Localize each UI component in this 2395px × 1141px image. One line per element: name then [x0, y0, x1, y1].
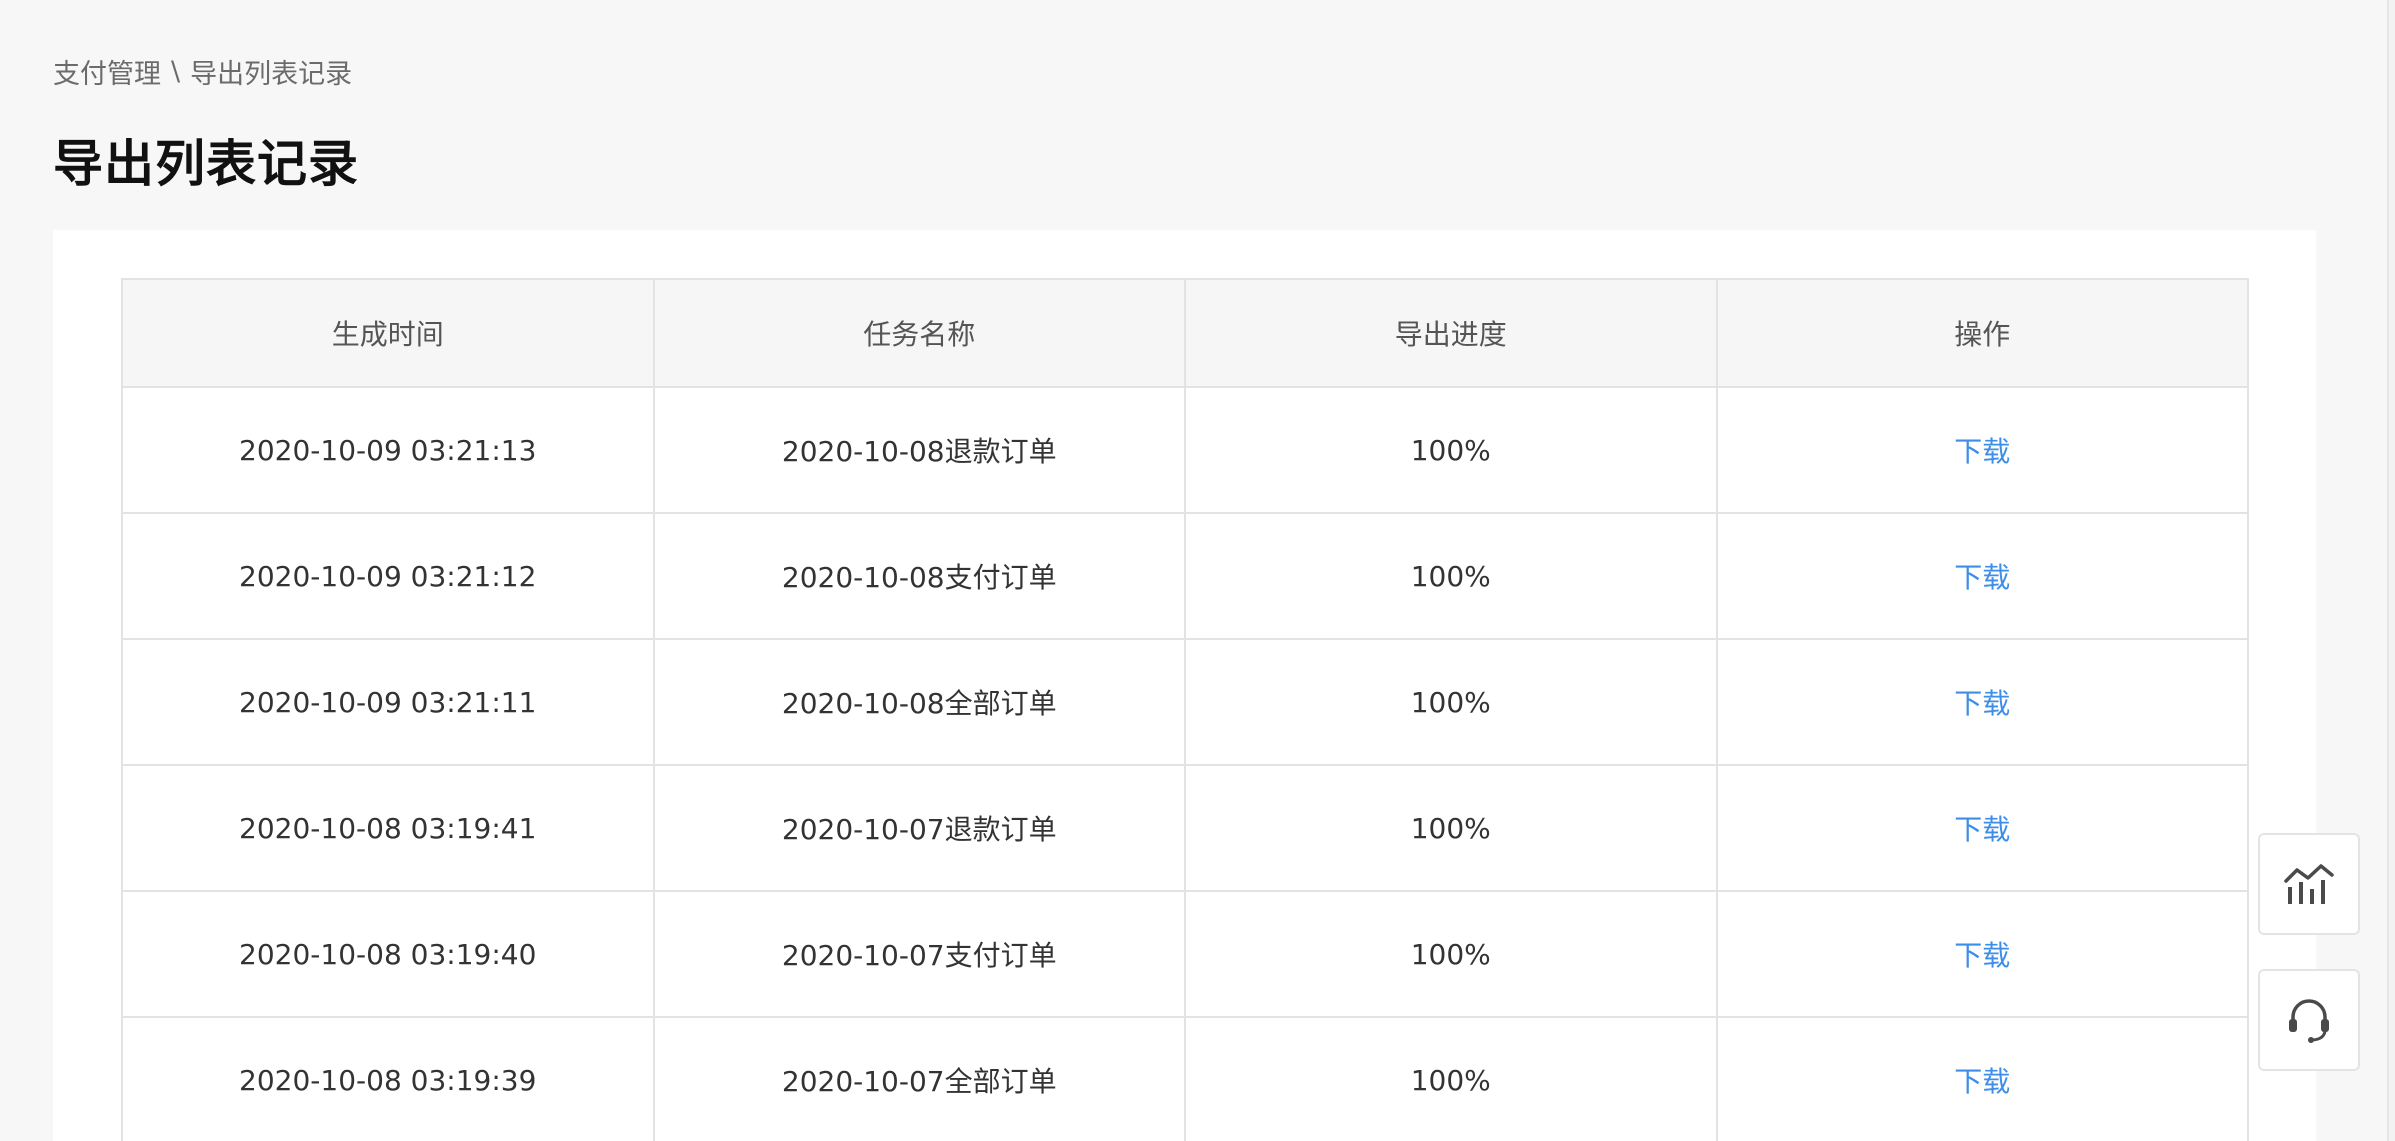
headset-icon: [2289, 999, 2329, 1043]
cell-progress: 100%: [1184, 512, 1718, 640]
export-records-table: 生成时间 任务名称 导出进度 操作 2020-10-09 03:21:13 20…: [121, 278, 2249, 1141]
cell-task: 2020-10-08退款订单: [652, 386, 1186, 514]
breadcrumb: 支付管理 \ 导出列表记录: [53, 52, 352, 91]
cell-time: 2020-10-09 03:21:11: [121, 638, 655, 766]
scrollbar-track[interactable]: [2387, 0, 2395, 1141]
customer-service-button[interactable]: [2258, 969, 2360, 1071]
cell-progress: 100%: [1184, 638, 1718, 766]
page-title: 导出列表记录: [53, 135, 359, 193]
column-header-time: 生成时间: [121, 278, 655, 388]
cell-action: 下载: [1715, 512, 2249, 640]
cell-progress: 100%: [1184, 764, 1718, 892]
cell-task: 2020-10-08全部订单: [652, 638, 1186, 766]
data-analysis-button[interactable]: [2258, 833, 2360, 935]
cell-task: 2020-10-07全部订单: [652, 1016, 1186, 1141]
table-row: 2020-10-09 03:21:12 2020-10-08支付订单 100% …: [121, 512, 2249, 640]
cell-time: 2020-10-08 03:19:41: [121, 764, 655, 892]
download-link[interactable]: 下载: [1954, 561, 2010, 594]
table-row: 2020-10-09 03:21:11 2020-10-08全部订单 100% …: [121, 638, 2249, 766]
breadcrumb-separator: \: [171, 56, 181, 87]
download-link[interactable]: 下载: [1954, 435, 2010, 468]
cell-time: 2020-10-08 03:19:40: [121, 890, 655, 1018]
cell-progress: 100%: [1184, 386, 1718, 514]
table-header-row: 生成时间 任务名称 导出进度 操作: [121, 278, 2249, 388]
table-row: 2020-10-08 03:19:40 2020-10-07支付订单 100% …: [121, 890, 2249, 1018]
cell-action: 下载: [1715, 1016, 2249, 1141]
cell-action: 下载: [1715, 638, 2249, 766]
cell-task: 2020-10-07支付订单: [652, 890, 1186, 1018]
cell-progress: 100%: [1184, 890, 1718, 1018]
cell-task: 2020-10-07退款订单: [652, 764, 1186, 892]
column-header-action: 操作: [1715, 278, 2249, 388]
table-row: 2020-10-08 03:19:39 2020-10-07全部订单 100% …: [121, 1016, 2249, 1141]
download-link[interactable]: 下载: [1954, 813, 2010, 846]
download-link[interactable]: 下载: [1954, 939, 2010, 972]
column-header-task: 任务名称: [652, 278, 1186, 388]
table-row: 2020-10-09 03:21:13 2020-10-08退款订单 100% …: [121, 386, 2249, 514]
table-row: 2020-10-08 03:19:41 2020-10-07退款订单 100% …: [121, 764, 2249, 892]
export-records-page: 支付管理 \ 导出列表记录 导出列表记录 生成时间 任务名称 导出进度 操作 2…: [0, 0, 2395, 1141]
breadcrumb-item-payment-management[interactable]: 支付管理: [53, 52, 161, 91]
chart-icon: [2284, 864, 2334, 904]
content-card: 生成时间 任务名称 导出进度 操作 2020-10-09 03:21:13 20…: [53, 230, 2316, 1141]
cell-action: 下载: [1715, 764, 2249, 892]
column-header-progress: 导出进度: [1184, 278, 1718, 388]
breadcrumb-item-current: 导出列表记录: [190, 59, 353, 90]
cell-time: 2020-10-08 03:19:39: [121, 1016, 655, 1141]
cell-action: 下载: [1715, 890, 2249, 1018]
cell-progress: 100%: [1184, 1016, 1718, 1141]
cell-time: 2020-10-09 03:21:12: [121, 512, 655, 640]
cell-task: 2020-10-08支付订单: [652, 512, 1186, 640]
download-link[interactable]: 下载: [1954, 1065, 2010, 1098]
cell-action: 下载: [1715, 386, 2249, 514]
download-link[interactable]: 下载: [1954, 687, 2010, 720]
cell-time: 2020-10-09 03:21:13: [121, 386, 655, 514]
